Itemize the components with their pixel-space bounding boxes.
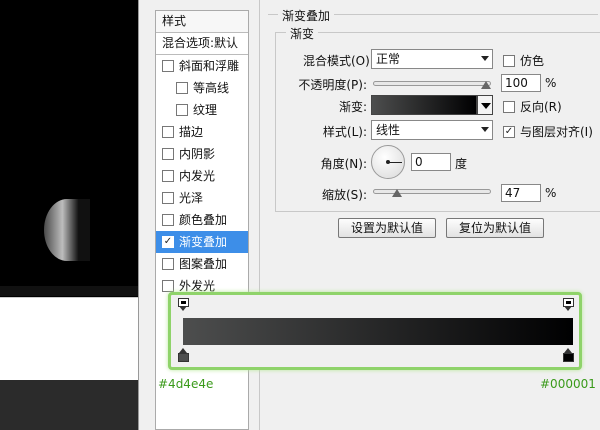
style-list-item[interactable]: 光泽: [156, 187, 248, 209]
style-list-header[interactable]: 样式: [156, 11, 248, 33]
scale-percent: %: [545, 186, 557, 200]
chevron-down-icon: [481, 127, 489, 132]
chevron-down-icon: [481, 103, 491, 109]
checkbox-icon[interactable]: [162, 126, 174, 138]
checkbox-icon[interactable]: [176, 82, 188, 94]
style-list-item-label: 图案叠加: [179, 257, 228, 271]
style-list-item[interactable]: 等高线: [156, 77, 248, 99]
color-stop-left[interactable]: [178, 348, 189, 362]
chevron-down-icon: [481, 56, 489, 61]
gradient-picker-button[interactable]: [477, 95, 493, 115]
checkbox-icon[interactable]: [162, 214, 174, 226]
gradient-group-title: 渐变: [286, 25, 319, 42]
scale-input[interactable]: 47: [501, 184, 541, 202]
end-color-hex: #000001: [540, 377, 596, 391]
gradient-editor: [168, 292, 582, 370]
style-list-item-label: 等高线: [193, 81, 230, 95]
style-list-item[interactable]: 斜面和浮雕: [156, 55, 248, 77]
opacity-stop-left[interactable]: [178, 298, 189, 312]
style-list-item[interactable]: 内发光: [156, 165, 248, 187]
moon-shape: [44, 199, 90, 261]
color-stop-right[interactable]: [563, 348, 574, 362]
style-list-item-label: 渐变叠加: [179, 235, 228, 249]
start-color-hex: #4d4e4e: [158, 377, 214, 391]
style-list-item[interactable]: 颜色叠加: [156, 209, 248, 231]
checkbox-icon[interactable]: [162, 148, 174, 160]
style-list-item[interactable]: 纹理: [156, 99, 248, 121]
gradient-style-value: 线性: [376, 123, 401, 137]
reverse-label: 反向(R): [520, 100, 562, 114]
scale-slider[interactable]: [373, 189, 491, 194]
document-canvas: [0, 0, 138, 430]
canvas-dark-area: [0, 380, 138, 430]
checkbox-icon[interactable]: [162, 258, 174, 270]
blend-options-item[interactable]: 混合选项:默认: [156, 33, 248, 55]
gradient-bar[interactable]: [183, 318, 573, 345]
style-list-item[interactable]: 图案叠加: [156, 253, 248, 275]
checkmark-icon[interactable]: ✓: [162, 236, 174, 248]
opacity-input[interactable]: 100: [501, 74, 541, 92]
opacity-stop-right[interactable]: [563, 298, 574, 312]
scale-label: 缩放(S):: [321, 188, 367, 202]
style-list-item[interactable]: 内阴影: [156, 143, 248, 165]
angle-center-dot: [386, 160, 390, 164]
align-with-layer-checkbox[interactable]: ✓ 与图层对齐(I): [503, 123, 593, 140]
checkbox-icon: [503, 54, 515, 67]
align-with-layer-label: 与图层对齐(I): [520, 125, 593, 139]
checkbox-icon[interactable]: [162, 60, 174, 72]
angle-label: 角度(N):: [320, 157, 367, 171]
opacity-label: 不透明度(P):: [298, 78, 367, 92]
dither-checkbox[interactable]: 仿色: [503, 52, 544, 69]
angle-input[interactable]: 0: [411, 153, 451, 171]
style-list-item-label: 内阴影: [179, 147, 216, 161]
reverse-checkbox[interactable]: 反向(R): [503, 98, 562, 115]
checkbox-icon: [503, 100, 515, 113]
style-list-item[interactable]: ✓ 渐变叠加: [156, 231, 248, 253]
gradient-style-select[interactable]: 线性: [371, 120, 493, 140]
opacity-slider-thumb[interactable]: [481, 81, 491, 89]
checkbox-icon[interactable]: [162, 192, 174, 204]
set-default-button[interactable]: 设置为默认值: [338, 218, 436, 238]
style-list-item-label: 斜面和浮雕: [179, 59, 240, 73]
gradient-label: 渐变:: [338, 100, 367, 114]
blend-mode-select[interactable]: 正常: [371, 49, 493, 69]
checkbox-icon[interactable]: [176, 104, 188, 116]
checkbox-icon[interactable]: [162, 280, 174, 292]
canvas-white-band: [0, 297, 138, 380]
scale-slider-thumb[interactable]: [392, 189, 402, 197]
style-label: 样式(L):: [322, 125, 367, 139]
angle-dial[interactable]: [371, 145, 405, 179]
gradient-swatch[interactable]: [371, 95, 477, 115]
dither-label: 仿色: [520, 54, 545, 68]
opacity-percent: %: [545, 76, 557, 90]
style-list-item-label: 描边: [179, 125, 204, 139]
style-list-item-label: 光泽: [179, 191, 204, 205]
style-list-item-label: 内发光: [179, 169, 216, 183]
checkbox-icon[interactable]: [162, 170, 174, 182]
style-list-item-label: 颜色叠加: [179, 213, 228, 227]
opacity-slider[interactable]: [373, 81, 491, 86]
reset-default-button[interactable]: 复位为默认值: [446, 218, 544, 238]
blend-mode-value: 正常: [376, 52, 401, 66]
checkmark-icon: ✓: [503, 125, 515, 138]
blend-mode-label: 混合模式(O):: [303, 54, 374, 68]
style-list-item[interactable]: 描边: [156, 121, 248, 143]
gradient-overlay-title: 渐变叠加: [278, 7, 335, 24]
canvas-strip: [0, 286, 138, 296]
angle-degree-unit: 度: [455, 157, 468, 171]
angle-needle: [388, 162, 402, 163]
style-list-item-label: 纹理: [193, 103, 218, 117]
style-list-items: 斜面和浮雕 等高线 纹理 描边 内阴影 内发光 光泽 颜色叠加 ✓ 渐变叠加 图案叠加 外发光: [156, 55, 248, 297]
